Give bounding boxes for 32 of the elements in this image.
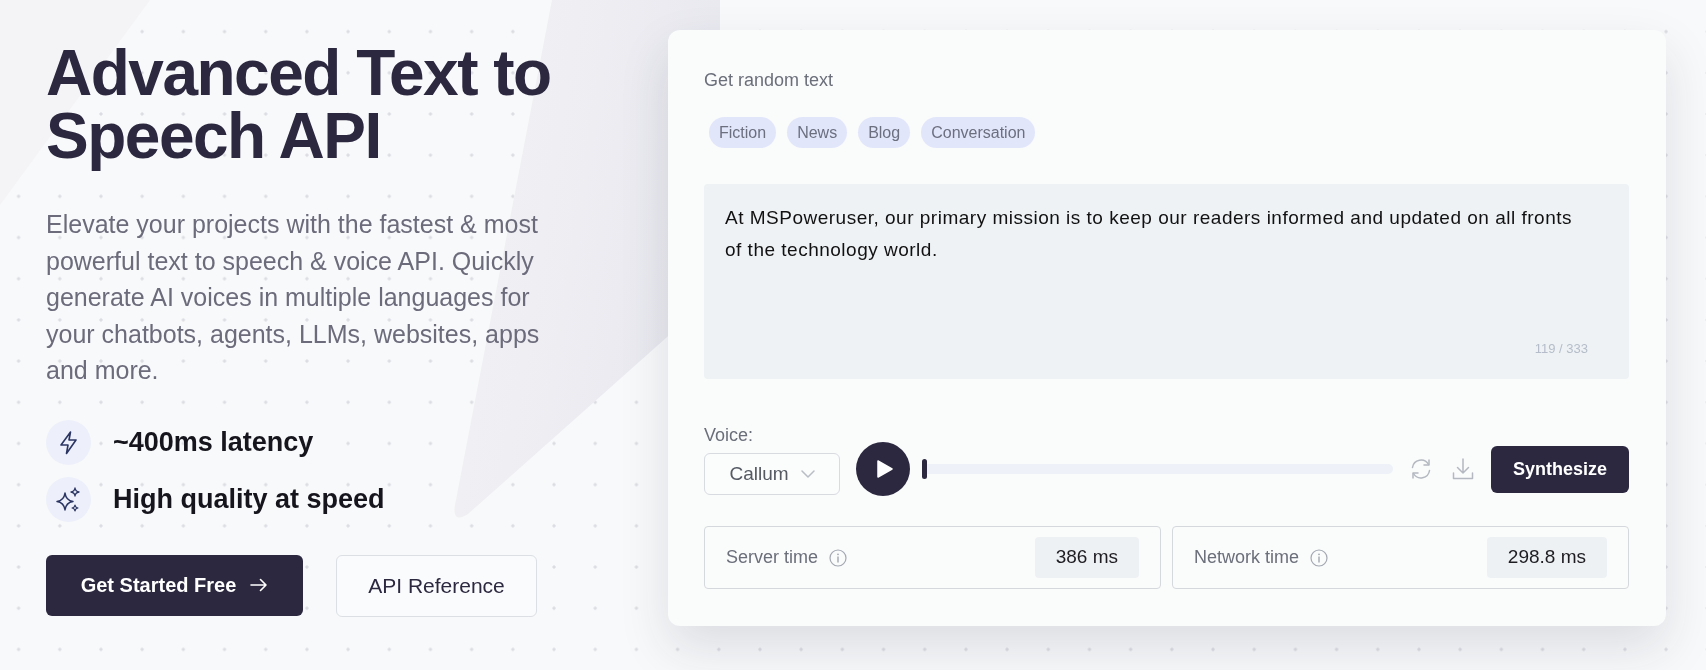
feature-text: High quality at speed	[113, 482, 385, 516]
stat-value: 386 ms	[1034, 537, 1139, 578]
lightning-icon	[46, 419, 91, 465]
api-reference-button[interactable]: API Reference	[336, 554, 537, 617]
random-text-label: Get random text	[704, 69, 835, 92]
category-chip[interactable]: Conversation	[921, 117, 1036, 148]
feature-text: ~400ms latency	[113, 425, 314, 459]
stat-label: Network time	[1194, 546, 1300, 569]
arrow-right-icon	[250, 578, 269, 592]
category-chip[interactable]: Blog	[858, 117, 911, 148]
download-button[interactable]	[1451, 457, 1475, 481]
sparkles-icon	[46, 476, 91, 522]
play-icon	[877, 460, 893, 478]
refresh-icon	[1409, 457, 1433, 481]
progress-thumb[interactable]	[922, 459, 927, 479]
stat-value: 298.8 ms	[1486, 537, 1607, 578]
refresh-button[interactable]	[1409, 457, 1433, 481]
info-icon	[1310, 548, 1329, 567]
voice-select[interactable]: Callum	[704, 453, 840, 495]
category-chip[interactable]: News	[787, 117, 848, 148]
get-started-button[interactable]: Get Started Free	[46, 554, 303, 616]
chevron-down-icon	[800, 470, 815, 478]
category-chip[interactable]: Fiction	[709, 117, 777, 148]
hero-description: Elevate your projects with the fastest & most powerful text to speech & voice API. Quickly generate AI voices in multiple languages for your chatbots, agents, LLMs, websites, apps and more.	[46, 209, 541, 386]
audio-progress-track[interactable]	[922, 459, 1393, 479]
synthesize-button[interactable]: Synthesize	[1491, 445, 1629, 493]
download-icon	[1451, 457, 1475, 481]
character-counter: 119 / 333	[1534, 339, 1588, 358]
play-button[interactable]	[856, 442, 910, 496]
stat-label: Server time	[726, 546, 819, 569]
voice-label: Voice:	[704, 424, 755, 447]
info-icon	[829, 548, 848, 567]
